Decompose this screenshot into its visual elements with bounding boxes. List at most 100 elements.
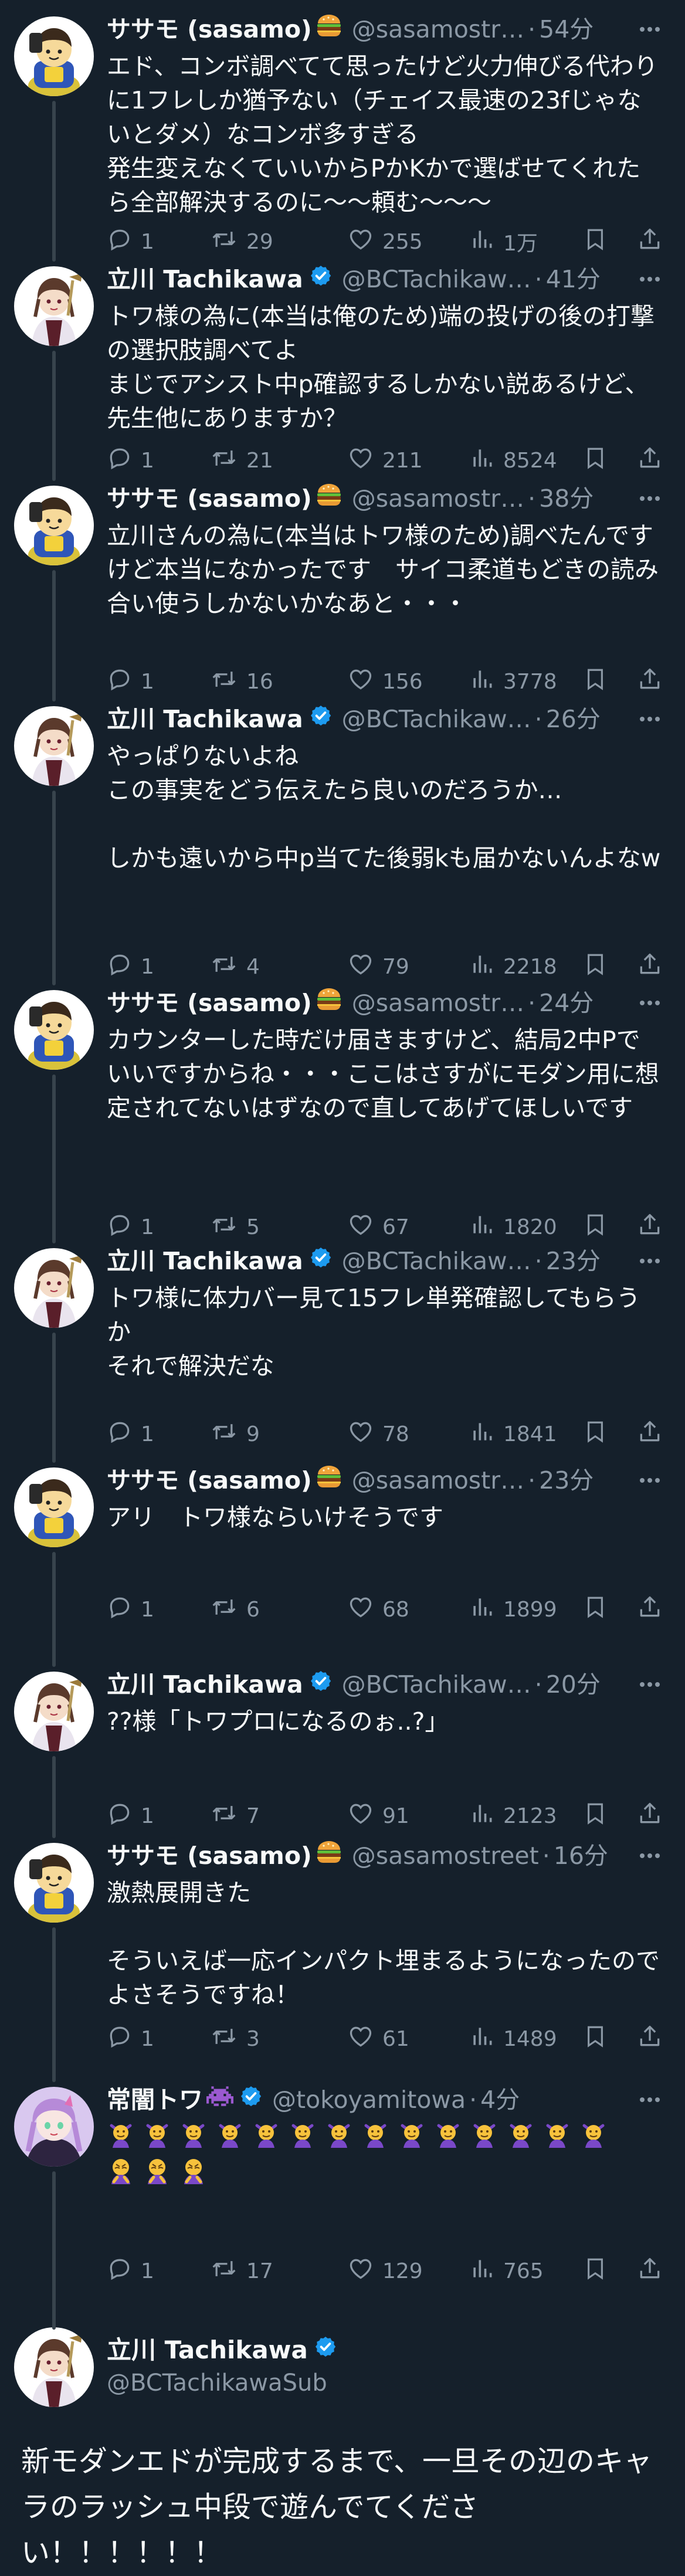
retweet-button[interactable]: 9 — [210, 1419, 260, 1449]
views-button[interactable]: 1899 — [469, 1595, 557, 1624]
tweet-timestamp[interactable]: 41分 — [546, 263, 601, 296]
main-avatar[interactable] — [14, 2327, 94, 2407]
author-name[interactable]: ササモ (sasamo) — [107, 13, 312, 46]
bookmark-button[interactable] — [583, 1595, 608, 1624]
main-author-name[interactable]: 立川 Tachikawa — [107, 2333, 308, 2367]
retweet-button[interactable]: 17 — [210, 2256, 273, 2286]
tweet-timestamp[interactable]: 26分 — [546, 703, 601, 735]
author-name[interactable]: 立川 Tachikawa — [107, 1245, 303, 1277]
author-handle[interactable]: @sasamostr… — [352, 482, 524, 515]
more-icon[interactable] — [638, 703, 662, 735]
author-handle[interactable]: @tokoyamitowa — [272, 2083, 466, 2116]
author-name[interactable]: ササモ (sasamo) — [107, 987, 312, 1019]
tweet-timestamp[interactable]: 4分 — [480, 2083, 520, 2116]
retweet-button[interactable]: 3 — [210, 2024, 260, 2053]
avatar[interactable] — [14, 706, 94, 786]
more-icon[interactable] — [638, 987, 662, 1019]
reply-button[interactable]: 1 — [107, 2256, 154, 2286]
tweet[interactable]: 常闇トワ @tokoyamitowa · 4分 1 17 129 765 — [0, 2070, 685, 2339]
thread-connector-line — [52, 2316, 56, 2330]
avatar[interactable] — [14, 1248, 94, 1328]
author-handle[interactable]: @sasamostr… — [352, 987, 524, 1019]
avatar[interactable] — [14, 486, 94, 565]
author-name[interactable]: ササモ (sasamo) — [107, 1839, 312, 1872]
tweet[interactable]: ササモ (sasamo) @sasamostr… · 54分 エド、コンボ調べてて思った… — [0, 0, 685, 262]
tweet-text: やっぱりないよね この事実をどう伝えたら良いのだろうか… しかも遠いから中p当て… — [107, 742, 661, 872]
views-button[interactable]: 1489 — [469, 2024, 557, 2053]
retweet-icon — [210, 2256, 238, 2287]
bookmark-button[interactable] — [583, 2256, 608, 2286]
like-count: 91 — [382, 1804, 409, 1828]
tweet-timestamp[interactable]: 54分 — [539, 13, 594, 46]
more-icon[interactable] — [638, 1668, 662, 1701]
tweet[interactable]: 立川 Tachikawa @BCTachikaw… · 23分 トワ様に体力バー見て15… — [0, 1232, 685, 1463]
author-handle[interactable]: @BCTachikaw… — [342, 263, 531, 296]
avatar[interactable] — [14, 266, 94, 346]
reply-button[interactable]: 1 — [107, 2024, 154, 2053]
tweet-timestamp[interactable]: 38分 — [539, 482, 594, 515]
main-author-handle[interactable]: @BCTachikawaSub — [107, 2367, 337, 2399]
like-button[interactable]: 78 — [347, 1419, 409, 1449]
more-icon[interactable] — [638, 482, 662, 515]
share-button[interactable] — [637, 1419, 663, 1449]
author-name[interactable]: ササモ (sasamo) — [107, 1464, 312, 1497]
tweet-timestamp[interactable]: 20分 — [546, 1668, 601, 1701]
burger-emoji — [316, 13, 342, 46]
like-button[interactable]: 68 — [347, 1595, 409, 1624]
like-button[interactable]: 129 — [347, 2256, 423, 2286]
author-name[interactable]: ササモ (sasamo) — [107, 482, 312, 515]
burger-emoji — [316, 1464, 342, 1497]
share-button[interactable] — [637, 1595, 663, 1624]
reply-button[interactable]: 1 — [107, 1595, 154, 1624]
tweet[interactable]: ササモ (sasamo) @sasamostr… · 24分 カウンターした時だけ届きま… — [0, 974, 685, 1243]
tweet-timestamp[interactable]: 23分 — [546, 1245, 601, 1277]
more-icon[interactable] — [638, 1245, 662, 1277]
tweet-actions: 1 6 68 1899 — [107, 1595, 662, 1624]
tweet-timestamp[interactable]: 24分 — [539, 987, 594, 1019]
author-name[interactable]: 立川 Tachikawa — [107, 263, 303, 296]
raised-hands-person-emoji — [179, 2120, 216, 2156]
author-handle[interactable]: @BCTachikaw… — [342, 1245, 531, 1277]
tweet[interactable]: 立川 Tachikawa @BCTachikaw… · 41分 トワ様の為に(本当は俺の… — [0, 250, 685, 481]
author-handle[interactable]: @sasamostr… — [352, 13, 524, 46]
verified-icon — [239, 2083, 263, 2116]
author-name[interactable]: 常闇トワ — [107, 2083, 203, 2116]
author-name[interactable]: 立川 Tachikawa — [107, 1668, 303, 1701]
author-handle[interactable]: @BCTachikaw… — [342, 703, 531, 735]
avatar[interactable] — [14, 1467, 94, 1547]
avatar[interactable] — [14, 990, 94, 1070]
bookmark-icon — [583, 2023, 608, 2055]
tweet[interactable]: 立川 Tachikawa @BCTachikaw… · 20分 ??様「トワプロになるの… — [0, 1655, 685, 1838]
like-button[interactable]: 61 — [347, 2024, 409, 2053]
tweet[interactable]: ササモ (sasamo) @sasamostr… · 23分 アリ トワ様ならいけそうで… — [0, 1451, 685, 1667]
thread-connector-line — [52, 570, 56, 701]
more-icon[interactable] — [638, 1839, 662, 1872]
bowing-person-emoji — [579, 2120, 616, 2156]
avatar[interactable] — [14, 16, 94, 96]
tweet[interactable]: 立川 Tachikawa @BCTachikaw… · 26分 やっぱりないよね この事… — [0, 690, 685, 985]
share-button[interactable] — [637, 2256, 663, 2286]
reply-button[interactable]: 1 — [107, 1419, 154, 1449]
avatar[interactable] — [14, 1843, 94, 1923]
tweet-timestamp[interactable]: 16分 — [554, 1839, 608, 1872]
views-button[interactable]: 1841 — [469, 1419, 557, 1449]
author-name[interactable]: 立川 Tachikawa — [107, 703, 303, 735]
more-icon[interactable] — [638, 1464, 662, 1497]
views-button[interactable]: 765 — [469, 2256, 544, 2286]
more-icon[interactable] — [638, 2083, 662, 2116]
avatar[interactable] — [14, 2087, 94, 2167]
author-handle[interactable]: @sasamostr… — [352, 1464, 524, 1497]
share-button[interactable] — [637, 2024, 663, 2053]
author-handle[interactable]: @BCTachikaw… — [342, 1668, 531, 1701]
avatar[interactable] — [14, 1672, 94, 1751]
author-handle[interactable]: @sasamostreet — [352, 1839, 539, 1872]
tweet[interactable]: ササモ (sasamo) @sasamostr… · 38分 立川さんの為に(本当はトワ… — [0, 469, 685, 701]
bookmark-button[interactable] — [583, 1419, 608, 1449]
retweet-button[interactable]: 6 — [210, 1595, 260, 1624]
bookmark-button[interactable] — [583, 2024, 608, 2053]
thread-connector-line — [52, 1333, 56, 1463]
more-icon[interactable] — [638, 263, 662, 296]
more-icon[interactable] — [638, 13, 662, 46]
tweet[interactable]: ササモ (sasamo) @sasamostreet · 16分 激熱展開きた そういえ… — [0, 1826, 685, 2082]
tweet-timestamp[interactable]: 23分 — [539, 1464, 594, 1497]
